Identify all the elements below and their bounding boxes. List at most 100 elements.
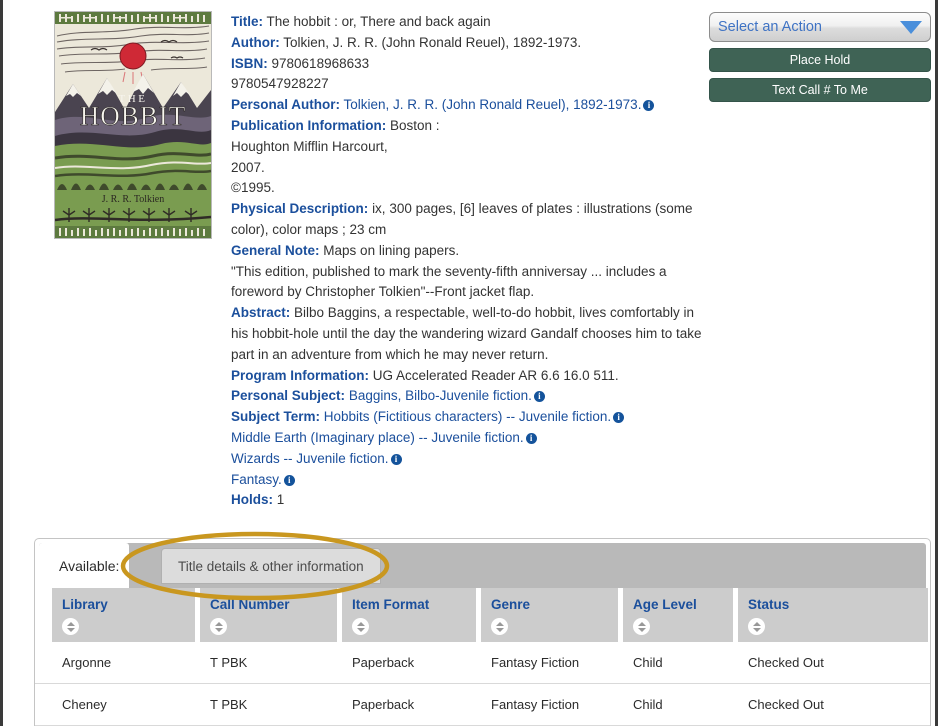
table-header-cell[interactable]: Call Number: [200, 588, 337, 642]
info-icon[interactable]: i: [283, 474, 295, 486]
sort-toggle-icon[interactable]: [352, 618, 369, 635]
table-cell-format: Paperback: [352, 655, 415, 670]
bib-row-link[interactable]: Tolkien, J. R. R. (John Ronald Reuel), 1…: [344, 97, 642, 112]
sort-ascending-icon: [752, 621, 761, 626]
tab-available[interactable]: Available:: [39, 543, 130, 588]
bib-row-value: "This edition, published to mark the sev…: [231, 263, 667, 300]
catalog-record-page: THE HOBBIT J. R. R. Tolkien Title: The h…: [0, 0, 938, 726]
table-header-label: Status: [748, 597, 790, 612]
sort-toggle-icon[interactable]: [633, 618, 650, 635]
place-hold-button[interactable]: Place Hold: [709, 48, 931, 72]
bib-row: Middle Earth (Imaginary place) -- Juveni…: [231, 428, 709, 449]
table-header-cell[interactable]: Library: [52, 588, 195, 642]
bib-row: General Note: Maps on lining papers.: [231, 241, 709, 262]
sort-toggle-icon[interactable]: [210, 618, 227, 635]
table-body: Argonne T PBK Paperback Fantasy Fiction Chil…: [35, 642, 930, 726]
bib-row-value: UG Accelerated Reader AR 6.6 16.0 511.: [372, 367, 619, 383]
table-header-cell[interactable]: Status: [738, 588, 928, 642]
sort-toggle-icon[interactable]: [748, 618, 765, 635]
sort-ascending-icon: [495, 621, 504, 626]
sort-descending-icon: [356, 627, 365, 632]
table-cell-genre: Fantasy Fiction: [491, 697, 580, 712]
bib-row-value: 9780547928227: [231, 76, 329, 92]
info-icon[interactable]: i: [613, 412, 625, 424]
bib-row-link[interactable]: Wizards -- Juvenile fiction.: [231, 451, 389, 466]
bib-row: Abstract: Bilbo Baggins, a respectable, …: [231, 303, 709, 365]
info-icon[interactable]: i: [390, 453, 402, 465]
book-cover-image[interactable]: THE HOBBIT J. R. R. Tolkien: [54, 11, 212, 239]
bib-row: Holds: 1: [231, 490, 709, 511]
table-header-cell[interactable]: Genre: [481, 588, 618, 642]
bib-row-value: Tolkien, J. R. R. (John Ronald Reuel), 1…: [283, 34, 582, 50]
select-an-action-label: Select an Action: [718, 19, 822, 35]
bib-row: ISBN: 9780618968633: [231, 54, 709, 75]
sort-toggle-icon[interactable]: [62, 618, 79, 635]
bib-row-label: Holds:: [231, 492, 273, 508]
table-header-label: Genre: [491, 597, 531, 612]
bib-row-value: Maps on lining papers.: [323, 242, 460, 258]
tab-title-details-label: Title details & other information: [178, 558, 364, 574]
text-call-number-button[interactable]: Text Call # To Me: [709, 78, 931, 102]
table-header-row: Library Call Number Item Format Genre Age Le…: [35, 588, 930, 642]
tab-available-label: Available:: [59, 557, 120, 574]
sort-toggle-icon[interactable]: [491, 618, 508, 635]
bib-row-link[interactable]: Hobbits (Fictitious characters) -- Juven…: [324, 409, 611, 424]
table-row[interactable]: Cheney T PBK Paperback Fantasy Fiction Child…: [35, 684, 930, 726]
bib-row-value: Boston :: [390, 117, 440, 133]
tab-title-details[interactable]: Title details & other information: [161, 548, 381, 584]
table-header-label: Age Level: [633, 597, 697, 612]
sort-ascending-icon: [356, 621, 365, 626]
bib-row-link[interactable]: Middle Earth (Imaginary place) -- Juveni…: [231, 430, 524, 445]
bib-row: Wizards -- Juvenile fiction. i: [231, 449, 709, 470]
bib-row-value: ©1995.: [231, 180, 275, 196]
sort-descending-icon: [752, 627, 761, 632]
table-cell-library: Cheney: [62, 697, 107, 712]
bib-row-label: General Note:: [231, 242, 320, 258]
table-cell-age: Child: [633, 655, 663, 670]
bib-row-value: 2007.: [231, 159, 265, 175]
bib-row: Author: Tolkien, J. R. R. (John Ronald R…: [231, 33, 709, 54]
table-cell-age: Child: [633, 697, 663, 712]
tab-bar: Available: Title details & other informa…: [39, 543, 926, 588]
sort-descending-icon: [637, 627, 646, 632]
info-icon[interactable]: i: [533, 391, 545, 403]
bib-row: Program Information: UG Accelerated Read…: [231, 366, 709, 387]
sort-descending-icon: [495, 627, 504, 632]
select-an-action-dropdown[interactable]: Select an Action: [709, 12, 931, 42]
table-row[interactable]: Argonne T PBK Paperback Fantasy Fiction Chil…: [35, 642, 930, 684]
cover-author: J. R. R. Tolkien: [102, 194, 164, 205]
bib-row-label: Personal Subject:: [231, 388, 346, 404]
bib-row-link[interactable]: Fantasy.: [231, 472, 282, 487]
bib-row: Title: The hobbit : or, There and back a…: [231, 12, 709, 33]
bib-row: ©1995.: [231, 178, 709, 199]
table-header-label: Item Format: [352, 597, 430, 612]
info-icon[interactable]: i: [525, 432, 537, 444]
sort-descending-icon: [214, 627, 223, 632]
bib-row: Subject Term: Hobbits (Fictitious charac…: [231, 407, 709, 428]
hobbit-cover-art: THE HOBBIT J. R. R. Tolkien: [55, 12, 211, 238]
table-header-cell[interactable]: Item Format: [342, 588, 476, 642]
table-cell-call: T PBK: [210, 697, 248, 712]
bibliographic-details: Title: The hobbit : or, There and back a…: [231, 12, 709, 511]
bib-row: Personal Author: Tolkien, J. R. R. (John…: [231, 95, 709, 116]
bib-row-label: Physical Description:: [231, 201, 369, 217]
bib-row-label: Program Information:: [231, 367, 370, 383]
bib-row-label: Abstract:: [231, 305, 291, 321]
bib-row: "This edition, published to mark the sev…: [231, 262, 709, 304]
bib-row: 2007.: [231, 158, 709, 179]
bib-row-label: Publication Information:: [231, 117, 387, 133]
table-cell-genre: Fantasy Fiction: [491, 655, 580, 670]
bib-row-value: Bilbo Baggins, a respectable, well-to-do…: [231, 305, 702, 362]
table-header-label: Call Number: [210, 597, 290, 612]
bib-row-label: ISBN:: [231, 55, 268, 71]
table-cell-status: Checked Out: [748, 655, 824, 670]
bib-row-label: Personal Author:: [231, 97, 341, 113]
table-header-cell[interactable]: Age Level: [623, 588, 733, 642]
bib-row: Houghton Mifflin Harcourt,: [231, 137, 709, 158]
bib-row: Physical Description: ix, 300 pages, [6]…: [231, 199, 709, 241]
bib-row-value: 9780618968633: [271, 55, 370, 71]
bib-row-link[interactable]: Baggins, Bilbo-Juvenile fiction.: [349, 388, 532, 403]
info-icon[interactable]: i: [643, 100, 655, 112]
table-cell-library: Argonne: [62, 655, 112, 670]
sort-descending-icon: [66, 627, 75, 632]
